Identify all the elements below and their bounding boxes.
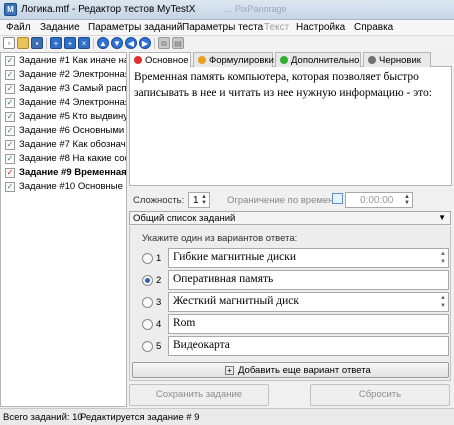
task-list-item[interactable]: ✓ Задание #2 Электронная с (1, 68, 126, 82)
question-editor[interactable]: Временная память компьютера, которая поз… (129, 67, 452, 186)
answer-text-field[interactable]: Гибкие магнитные диски ▲ ▼ (168, 248, 449, 268)
save-icon[interactable]: ▪ (31, 37, 43, 49)
orange-dot-icon (198, 56, 206, 64)
title-bar: M Логика.mtf - Редактор тестов MyTestX .… (0, 0, 454, 20)
answer-radio[interactable] (142, 297, 153, 308)
status-editing: Редактируется задание # 9 (80, 412, 200, 423)
toolbar: ▫ ▪ + + × ▲ ▼ ◀ ▶ ⧉ ▤ (0, 36, 454, 52)
plus-icon: + (225, 366, 234, 375)
answer-text-field[interactable]: Жесткий магнитный диск ▲ ▼ (168, 292, 449, 312)
answers-hint: Укажите один из вариантов ответа: (142, 233, 298, 244)
answer-text-field[interactable]: Оперативная память (168, 270, 449, 290)
difficulty-label: Сложность: (133, 195, 185, 206)
task-list-item[interactable]: ✓ Задание #5 Кто выдвинул (1, 110, 126, 124)
answer-text-field[interactable]: Видеокарта (168, 336, 449, 356)
dropdown-arrow-icon: ▼ (438, 213, 446, 222)
green-dot-icon (280, 56, 288, 64)
task-checked-icon: ✓ (5, 98, 15, 108)
grey-dot-icon (368, 56, 376, 64)
status-bar: Всего заданий: 10 Редактируется задание … (0, 408, 454, 425)
task-list-item[interactable]: ✓ Задание #7 Как обозначаю (1, 138, 126, 152)
add-answer-button[interactable]: + Добавить еще вариант ответа (132, 362, 449, 378)
task-list-item[interactable]: ✓ Задание #6 Основными бл (1, 124, 126, 138)
task-checked-icon: ✓ (5, 182, 15, 192)
app-icon: M (4, 3, 17, 16)
toolbar-separator (93, 38, 94, 49)
answer-option: 1 Гибкие магнитные диски ▲ ▼ (130, 248, 452, 268)
move-down-icon[interactable]: ▼ (111, 37, 123, 49)
tab-formulations[interactable]: Формулировки (193, 52, 274, 67)
open-folder-icon[interactable] (17, 37, 29, 49)
add-task-after-icon[interactable]: + (64, 37, 76, 49)
paste-icon[interactable]: ▤ (172, 37, 184, 49)
task-checked-icon: ✓ (5, 84, 15, 94)
answer-text-field[interactable]: Rom (168, 314, 449, 334)
field-scroll-icon[interactable]: ▲ ▼ (439, 250, 447, 266)
save-task-button[interactable]: Сохранить задание (129, 384, 269, 406)
main-window: M Логика.mtf - Редактор тестов MyTestX .… (0, 0, 454, 425)
answer-radio[interactable] (142, 319, 153, 330)
field-scroll-icon[interactable]: ▲ ▼ (439, 294, 447, 310)
red-dot-icon (134, 56, 142, 64)
go-next-icon[interactable]: ▶ (139, 37, 151, 49)
window-title: Логика.mtf - Редактор тестов MyTestX (21, 4, 196, 15)
difficulty-spinner[interactable]: 1 ▲ ▼ (188, 192, 210, 208)
question-text[interactable]: Временная память компьютера, которая поз… (134, 69, 446, 101)
task-checked-icon: ✓ (5, 70, 15, 80)
answer-radio[interactable] (142, 253, 153, 264)
menu-task-params[interactable]: Параметры заданий (88, 22, 182, 33)
task-checked-icon: ✓ (5, 154, 15, 164)
tab-additional[interactable]: Дополнительно (275, 52, 361, 67)
task-params-row: Сложность: 1 ▲ ▼ Ограничение по времени: … (129, 190, 452, 210)
new-file-icon[interactable]: ▫ (3, 37, 15, 49)
time-limit-label: Ограничение по времени: (227, 195, 342, 206)
toolbar-separator (154, 38, 155, 49)
delete-task-icon[interactable]: × (78, 37, 90, 49)
task-list-item[interactable]: ✓ Задание #4 Электронная л (1, 96, 126, 110)
answer-option: 4 Rom (130, 314, 452, 334)
status-total: Всего заданий: 10 (3, 412, 83, 423)
task-list-item[interactable]: ✓ Задание #8 На какие соста (1, 152, 126, 166)
task-list[interactable]: ✓ Задание #1 Как иначе назы ✓ Задание #2… (0, 52, 127, 407)
answer-option: 5 Видеокарта (130, 336, 452, 356)
reset-button[interactable]: Сбросить (310, 384, 450, 406)
menu-test-params[interactable]: Параметры теста (182, 22, 263, 33)
move-up-icon[interactable]: ▲ (97, 37, 109, 49)
task-checked-icon: ✓ (5, 140, 15, 150)
menu-settings[interactable]: Настройка (296, 22, 345, 33)
task-list-type-select[interactable]: Общий список заданий ▼ (129, 211, 451, 225)
tab-main[interactable]: Основное (129, 52, 191, 68)
add-task-icon[interactable]: + (50, 37, 62, 49)
task-checked-icon: ✓ (5, 56, 15, 66)
time-limit-spinner[interactable]: 0:00:00 ▲ ▼ (345, 192, 413, 208)
task-list-item[interactable]: ✓ Задание #3 Самый распрос (1, 82, 126, 96)
answer-option: 3 Жесткий магнитный диск ▲ ▼ (130, 292, 452, 312)
spinner-arrows-icon[interactable]: ▲ ▼ (200, 194, 208, 206)
spinner-arrows-icon[interactable]: ▲ ▼ (403, 194, 411, 206)
menu-task[interactable]: Задание (40, 22, 80, 33)
editor-tabs: Основное Формулировки Дополнительно Черн… (129, 52, 452, 68)
task-list-item[interactable]: ✓ Задание #1 Как иначе назы (1, 54, 126, 68)
answer-radio-selected[interactable] (142, 275, 153, 286)
menu-help[interactable]: Справка (354, 22, 393, 33)
answers-panel: Укажите один из вариантов ответа: 1 Гибк… (129, 226, 451, 381)
task-checked-icon: ✓ (5, 168, 15, 178)
menu-bar: Файл Задание Параметры заданий Параметры… (0, 20, 454, 36)
answer-radio[interactable] (142, 341, 153, 352)
task-list-item-selected[interactable]: ✓ Задание #9 Временная (1, 166, 126, 180)
menu-text[interactable]: Текст (264, 22, 289, 33)
answer-option: 2 Оперативная память (130, 270, 452, 290)
time-limit-checkbox[interactable] (332, 193, 343, 204)
tab-draft[interactable]: Черновик (363, 52, 431, 67)
background-window-title: ... PixPanorage (225, 4, 287, 14)
toolbar-separator (46, 38, 47, 49)
menu-file[interactable]: Файл (6, 22, 31, 33)
copy-icon[interactable]: ⧉ (158, 37, 170, 49)
task-checked-icon: ✓ (5, 112, 15, 122)
go-previous-icon[interactable]: ◀ (125, 37, 137, 49)
task-checked-icon: ✓ (5, 126, 15, 136)
task-list-item[interactable]: ✓ Задание #10 Основные апп (1, 180, 126, 194)
